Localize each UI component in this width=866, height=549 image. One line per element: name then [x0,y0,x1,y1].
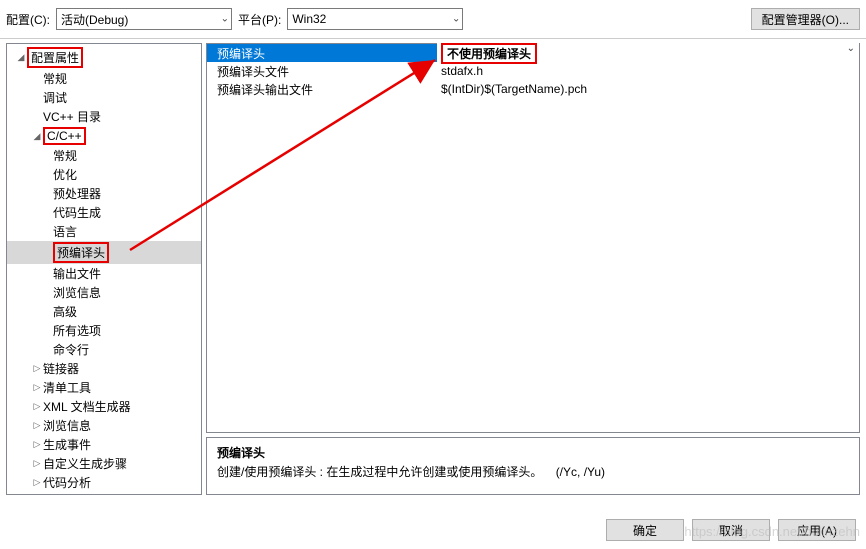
tree-item[interactable]: 输出文件 [7,264,201,283]
grid-value[interactable]: $(IntDir)$(TargetName).pch [437,82,859,96]
expand-icon: ▷ [31,363,43,374]
platform-value: Win32 [292,12,326,26]
desc-title: 预编译头 [217,444,849,461]
chevron-down-icon: ⌄ [452,14,460,25]
tree-item[interactable]: ▷XML 文档生成器 [7,397,201,416]
expand-icon: ▷ [31,439,43,450]
config-tree[interactable]: ◢ 配置属性 常规 调试 VC++ 目录 ◢ C/C++ 常规 优化 预处理器 … [6,43,202,495]
watermark: https://blog.csdn.net/hulinzehn [684,524,860,539]
chevron-down-icon: ⌄ [847,43,855,54]
grid-value-combo[interactable]: 不使用预编译头 ⌄ [437,43,859,64]
desc-body: 创建/使用预编译头 : 在生成过程中允许创建或使用预编译头。 (/Yc, /Yu… [217,463,849,480]
tree-item[interactable]: 浏览信息 [7,283,201,302]
config-label: 配置(C): [6,11,50,28]
tree-item[interactable]: 语言 [7,222,201,241]
tree-item[interactable]: ▷浏览信息 [7,416,201,435]
expand-icon: ▷ [31,382,43,393]
tree-label: 配置属性 [27,47,83,68]
config-value: 活动(Debug) [61,11,128,28]
tree-item[interactable]: VC++ 目录 [7,107,201,126]
expand-icon: ▷ [31,477,43,488]
tree-item[interactable]: 优化 [7,165,201,184]
platform-label: 平台(P): [238,11,281,28]
expand-icon: ▷ [31,420,43,431]
tree-item[interactable]: ▷自定义生成步骤 [7,454,201,473]
grid-label: 预编译头文件 [207,63,437,80]
tree-label: C/C++ [43,127,86,145]
config-manager-button[interactable]: 配置管理器(O)... [751,8,860,30]
precompiled-value: 不使用预编译头 [441,43,537,64]
tree-item[interactable]: ▷清单工具 [7,378,201,397]
tree-cpp[interactable]: ◢ C/C++ [7,126,201,146]
grid-value[interactable]: stdafx.h [437,64,859,78]
grid-label: 预编译头 [207,45,437,62]
tree-root[interactable]: ◢ 配置属性 [7,46,201,69]
ok-button[interactable]: 确定 [606,519,684,541]
description-panel: 预编译头 创建/使用预编译头 : 在生成过程中允许创建或使用预编译头。 (/Yc… [206,437,860,495]
tree-item[interactable]: 命令行 [7,340,201,359]
tree-label: 预编译头 [53,242,109,263]
tree-item[interactable]: ▷代码分析 [7,473,201,492]
expand-icon: ▷ [31,458,43,469]
tree-item[interactable]: 调试 [7,88,201,107]
grid-label: 预编译头输出文件 [207,81,437,98]
tree-item[interactable]: 高级 [7,302,201,321]
grid-row[interactable]: 预编译头文件 stdafx.h [207,62,859,80]
grid-row[interactable]: 预编译头输出文件 $(IntDir)$(TargetName).pch [207,80,859,98]
tree-item-precompiled[interactable]: 预编译头 [7,241,201,264]
expand-icon: ▷ [31,401,43,412]
tree-item[interactable]: 代码生成 [7,203,201,222]
tree-item[interactable]: ▷生成事件 [7,435,201,454]
tree-item[interactable]: 常规 [7,69,201,88]
property-grid: 预编译头 不使用预编译头 ⌄ 预编译头文件 stdafx.h 预编译头输出文件 … [206,43,860,433]
config-combo[interactable]: 活动(Debug) ⌄ [56,8,232,30]
grid-row-precompiled-header[interactable]: 预编译头 不使用预编译头 ⌄ [207,44,859,62]
collapse-icon: ◢ [31,131,43,142]
collapse-icon: ◢ [15,52,27,63]
chevron-down-icon: ⌄ [221,14,229,25]
tree-item[interactable]: 所有选项 [7,321,201,340]
platform-combo[interactable]: Win32 ⌄ [287,8,463,30]
tree-item[interactable]: ▷链接器 [7,359,201,378]
tree-item[interactable]: 预处理器 [7,184,201,203]
tree-item[interactable]: 常规 [7,146,201,165]
